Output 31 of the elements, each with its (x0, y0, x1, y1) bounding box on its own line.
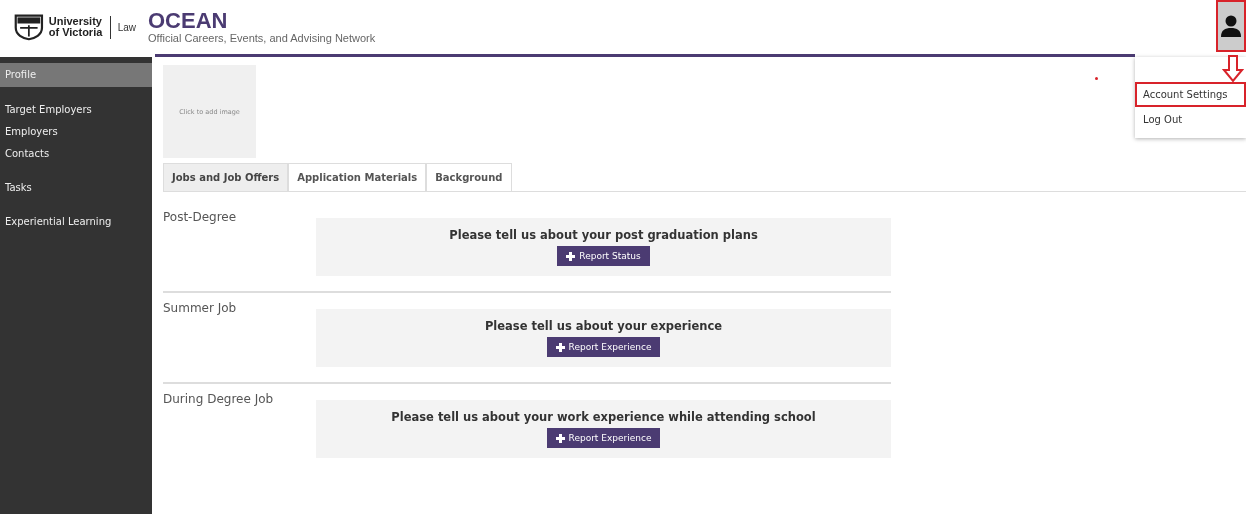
section-title: Summer Job (163, 301, 238, 315)
report-button[interactable]: Report Status (557, 246, 650, 266)
prompt-text: Please tell us about your experience (484, 319, 723, 333)
sidebar-item[interactable]: Tasks (0, 177, 152, 199)
annotation-dot (1095, 77, 1098, 80)
sidebar-item[interactable]: Contacts (0, 143, 152, 165)
faculty-label: Law (109, 15, 136, 39)
user-silhouette-icon (1221, 15, 1241, 37)
app-subtitle: Official Careers, Events, and Advising Network (148, 32, 376, 44)
sidebar-item[interactable]: Profile (0, 63, 152, 87)
shield-logo-icon (14, 12, 44, 42)
tab[interactable]: Background (426, 163, 512, 191)
app-title: OCEAN (148, 10, 229, 32)
menu-item[interactable]: Account Settings (1135, 82, 1246, 107)
user-menu-button[interactable] (1216, 0, 1246, 52)
sidebar-item[interactable]: Employers (0, 121, 152, 143)
section-title: Post-Degree (163, 210, 238, 224)
tab[interactable]: Jobs and Job Offers (163, 163, 289, 191)
report-button[interactable]: Report Experience (546, 337, 661, 357)
university-name: University of Victoria (48, 16, 104, 38)
prompt-text: Please tell us about your work experience while attending school (391, 410, 816, 424)
sidebar-item[interactable]: Experiential Learning (0, 211, 152, 233)
plus-icon (555, 342, 565, 352)
menu-item[interactable]: Log Out (1135, 107, 1246, 132)
tab[interactable]: Application Materials (288, 163, 427, 191)
prompt-text: Please tell us about your post graduation plans (449, 228, 758, 242)
report-button[interactable]: Report Experience (546, 428, 661, 448)
section-title: During Degree Job (163, 392, 275, 406)
plus-icon (566, 251, 576, 261)
plus-icon (555, 433, 565, 443)
sidebar-item[interactable]: Target Employers (0, 99, 152, 121)
